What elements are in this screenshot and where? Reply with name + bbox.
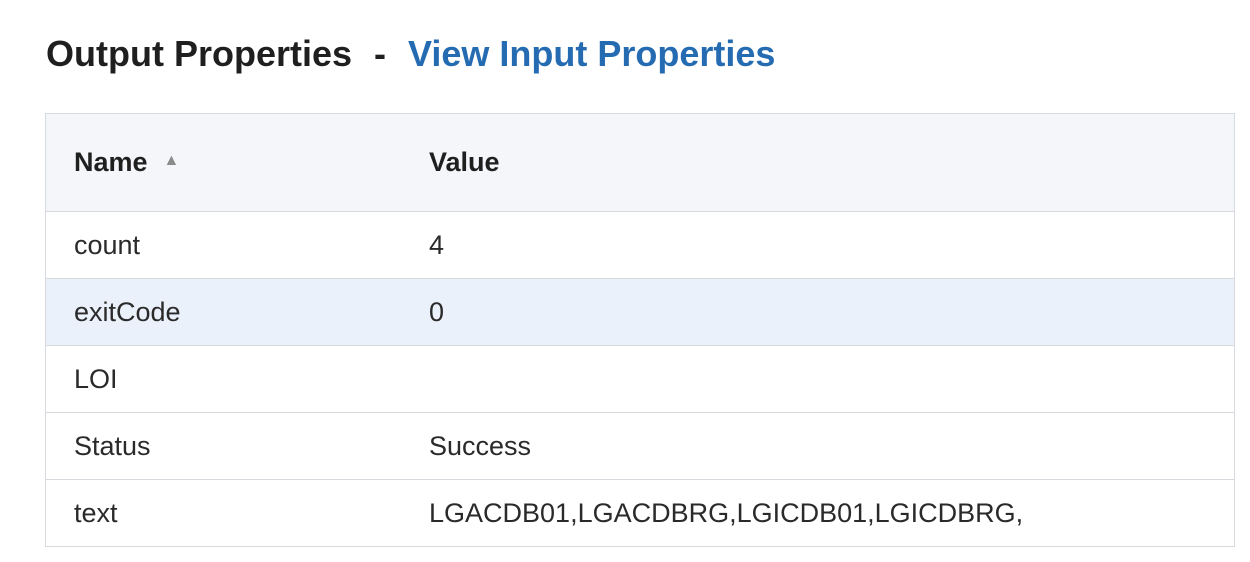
table-row[interactable]: text LGACDB01,LGACDBRG,LGICDB01,LGICDBRG… bbox=[46, 479, 1234, 546]
property-value: LGACDB01,LGACDBRG,LGICDB01,LGICDBRG, bbox=[429, 479, 1234, 546]
property-name: Status bbox=[46, 412, 429, 480]
property-value: Success bbox=[429, 412, 1234, 480]
property-value: 4 bbox=[429, 229, 445, 260]
table-row[interactable]: LOI bbox=[46, 345, 1234, 413]
properties-table-container: Name ▲ Value count 4 exitCode 0 LOI Statu bbox=[45, 113, 1235, 547]
table-row[interactable]: exitCode 0 bbox=[46, 278, 1234, 346]
property-name: LOI bbox=[46, 345, 429, 413]
output-properties-table: Name ▲ Value count 4 exitCode 0 LOI Statu bbox=[46, 114, 1234, 546]
property-value: 0 bbox=[429, 278, 1234, 346]
property-value bbox=[429, 345, 1234, 413]
name-column-label: Name bbox=[74, 147, 148, 177]
title-separator: - bbox=[374, 33, 387, 74]
property-name: count bbox=[74, 229, 141, 260]
property-name: text bbox=[46, 479, 429, 546]
table-header-row: Name ▲ Value bbox=[46, 114, 1234, 212]
table-row[interactable]: Status Success bbox=[46, 412, 1234, 480]
name-column-header[interactable]: Name ▲ bbox=[46, 114, 429, 212]
sort-ascending-icon[interactable]: ▲ bbox=[164, 152, 180, 170]
table-row[interactable]: count 4 bbox=[46, 212, 1234, 279]
page-title: Output Properties bbox=[46, 33, 353, 74]
value-column-header[interactable]: Value bbox=[429, 114, 1234, 212]
page-heading: Output Properties - View Input Propertie… bbox=[46, 30, 775, 78]
property-name: exitCode bbox=[46, 278, 429, 346]
view-input-properties-link[interactable]: View Input Properties bbox=[408, 33, 775, 75]
value-column-label: Value bbox=[429, 147, 500, 177]
